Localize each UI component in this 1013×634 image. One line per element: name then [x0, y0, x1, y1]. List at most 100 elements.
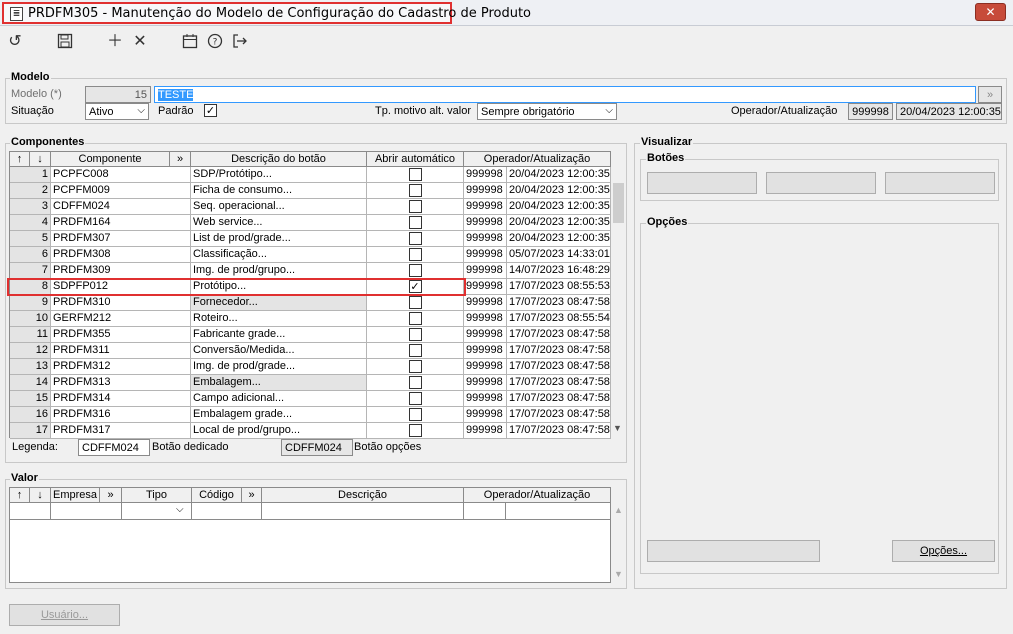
sort-down-icon[interactable]: ↓	[30, 152, 51, 167]
valor-expand2-icon[interactable]: »	[242, 488, 262, 503]
descricao-botao[interactable]: Embalagem...	[191, 375, 367, 391]
abrir-automatico-checkbox[interactable]	[408, 168, 422, 181]
header-abrir[interactable]: Abrir automático	[367, 152, 464, 167]
abrir-automatico-checkbox[interactable]	[408, 392, 422, 405]
table-row[interactable]: 16 PRDFM316 Embalagem grade... 999998 17/07/…	[10, 407, 611, 423]
abrir-automatico-checkbox-cell[interactable]	[367, 295, 464, 311]
componente-code[interactable]: PRDFM309	[51, 263, 191, 279]
atualizacao-cell[interactable]: 14/07/2023 16:48:29	[507, 263, 611, 279]
abrir-automatico-checkbox-cell[interactable]	[367, 423, 464, 439]
componente-code[interactable]: PRDFM312	[51, 359, 191, 375]
valor-expand-icon[interactable]: »	[100, 488, 122, 503]
lookup-icon[interactable]: »	[978, 86, 1002, 103]
descricao-botao[interactable]: SDP/Protótipo...	[191, 167, 367, 183]
descricao-botao[interactable]: Embalagem grade...	[191, 407, 367, 423]
header-descricao[interactable]: Descrição do botão	[191, 152, 367, 167]
atualizacao-cell[interactable]: 17/07/2023 08:47:58	[507, 391, 611, 407]
table-row[interactable]: 14 PRDFM313 Embalagem... 999998 17/07/2023 0…	[10, 375, 611, 391]
componente-code[interactable]: PCPFM009	[51, 183, 191, 199]
descricao-botao[interactable]: Img. de prod/grupo...	[191, 263, 367, 279]
descricao-botao[interactable]: Web service...	[191, 215, 367, 231]
header-tipo[interactable]: Tipo	[122, 488, 192, 503]
abrir-automatico-checkbox[interactable]	[408, 264, 422, 277]
table-row[interactable]: 7 PRDFM309 Img. de prod/grupo... 999998 14/0…	[10, 263, 611, 279]
abrir-automatico-checkbox-cell[interactable]	[367, 391, 464, 407]
operador-cell[interactable]: 999998	[464, 327, 507, 343]
componente-code[interactable]: PRDFM307	[51, 231, 191, 247]
operador-cell[interactable]: 999998	[464, 247, 507, 263]
descricao-botao[interactable]: Roteiro...	[191, 311, 367, 327]
table-row[interactable]: 11 PRDFM355 Fabricante grade... 999998 17/07…	[10, 327, 611, 343]
abrir-automatico-checkbox[interactable]	[408, 200, 422, 213]
operador-cell[interactable]: 999998	[464, 407, 507, 423]
descricao-botao[interactable]: Seq. operacional...	[191, 199, 367, 215]
atualizacao-cell[interactable]: 17/07/2023 08:47:58	[507, 295, 611, 311]
table-row[interactable]: 10 GERFM212 Roteiro... 999998 17/07/2023 08:…	[10, 311, 611, 327]
abrir-automatico-checkbox-cell[interactable]	[367, 343, 464, 359]
help-icon[interactable]: ?	[205, 31, 225, 51]
abrir-automatico-checkbox[interactable]	[408, 296, 422, 309]
abrir-automatico-checkbox-cell[interactable]	[367, 167, 464, 183]
table-row[interactable]: 9 PRDFM310 Fornecedor... 999998 17/07/2023 0…	[10, 295, 611, 311]
abrir-automatico-checkbox-cell[interactable]	[367, 375, 464, 391]
table-row[interactable]: 6 PRDFM308 Classificação... 999998 05/07/202…	[10, 247, 611, 263]
table-row[interactable]: 13 PRDFM312 Img. de prod/grade... 999998 17/…	[10, 359, 611, 375]
opcoes-button[interactable]: Opções...	[892, 540, 995, 562]
componente-code[interactable]: PRDFM308	[51, 247, 191, 263]
abrir-automatico-checkbox-cell[interactable]	[367, 199, 464, 215]
atualizacao-cell[interactable]: 05/07/2023 14:33:01	[507, 247, 611, 263]
abrir-automatico-checkbox[interactable]	[408, 248, 422, 261]
table-row[interactable]: 2 PCPFM009 Ficha de consumo... 999998 20/04/…	[10, 183, 611, 199]
componente-code[interactable]: PRDFM311	[51, 343, 191, 359]
operador-cell[interactable]: 999998	[464, 343, 507, 359]
undo-icon[interactable]: ↺	[5, 31, 25, 51]
operador-cell[interactable]: 999998	[464, 279, 507, 295]
atualizacao-cell[interactable]: 17/07/2023 08:47:58	[507, 407, 611, 423]
atualizacao-cell[interactable]: 20/04/2023 12:00:35	[507, 199, 611, 215]
componente-code[interactable]: PRDFM310	[51, 295, 191, 311]
valor-edit-row[interactable]: ⌵	[10, 503, 611, 520]
add-icon[interactable]: ＋	[105, 31, 125, 51]
table-row[interactable]: 5 PRDFM307 List de prod/grade... 999998 20/0…	[10, 231, 611, 247]
tp-motivo-select[interactable]: Sempre obrigatório ⌵	[477, 103, 617, 120]
table-row[interactable]: 4 PRDFM164 Web service... 999998 20/04/2023 …	[10, 215, 611, 231]
scrollbar-thumb[interactable]	[613, 183, 624, 223]
atualizacao-cell[interactable]: 17/07/2023 08:55:54	[507, 311, 611, 327]
operador-cell[interactable]: 999998	[464, 423, 507, 439]
header-valor-operador[interactable]: Operador/Atualização	[464, 488, 611, 503]
abrir-automatico-checkbox[interactable]	[408, 376, 422, 389]
componente-code[interactable]: PRDFM164	[51, 215, 191, 231]
descricao-botao[interactable]: Conversão/Medida...	[191, 343, 367, 359]
atualizacao-cell[interactable]: 17/07/2023 08:55:53	[507, 279, 611, 295]
operador-cell[interactable]: 999998	[464, 391, 507, 407]
abrir-automatico-checkbox[interactable]	[408, 408, 422, 421]
componente-code[interactable]: PRDFM317	[51, 423, 191, 439]
exit-icon[interactable]	[230, 31, 250, 51]
table-row[interactable]: 3 CDFFM024 Seq. operacional... 999998 20/04/…	[10, 199, 611, 215]
valor-scroll-up-icon[interactable]: ▲	[614, 505, 623, 515]
atualizacao-cell[interactable]: 20/04/2023 12:00:35	[507, 183, 611, 199]
componente-code[interactable]: PRDFM313	[51, 375, 191, 391]
operador-cell[interactable]: 999998	[464, 359, 507, 375]
header-operador[interactable]: Operador/Atualização	[464, 152, 611, 167]
descricao-botao[interactable]: Local de prod/grupo...	[191, 423, 367, 439]
descricao-botao[interactable]: Classificação...	[191, 247, 367, 263]
operador-cell[interactable]: 999998	[464, 215, 507, 231]
header-valor-descricao[interactable]: Descrição	[262, 488, 464, 503]
atualizacao-cell[interactable]: 17/07/2023 08:47:58	[507, 375, 611, 391]
abrir-automatico-checkbox[interactable]	[408, 328, 422, 341]
atualizacao-cell[interactable]: 20/04/2023 12:00:35	[507, 231, 611, 247]
abrir-automatico-checkbox-cell[interactable]	[367, 359, 464, 375]
atualizacao-cell[interactable]: 20/04/2023 12:00:35	[507, 167, 611, 183]
valor-scroll-down-icon[interactable]: ▼	[614, 569, 623, 579]
atualizacao-cell[interactable]: 17/07/2023 08:47:58	[507, 343, 611, 359]
operador-cell[interactable]: 999998	[464, 375, 507, 391]
tipo-chevron-down-icon[interactable]: ⌵	[176, 504, 184, 515]
table-row[interactable]: 1 PCPFC008 SDP/Protótipo... 999998 20/04/202…	[10, 167, 611, 183]
componente-code[interactable]: GERFM212	[51, 311, 191, 327]
descricao-botao[interactable]: Fabricante grade...	[191, 327, 367, 343]
atualizacao-cell[interactable]: 20/04/2023 12:00:35	[507, 215, 611, 231]
abrir-automatico-checkbox[interactable]	[408, 312, 422, 325]
modelo-name-field[interactable]: TESTE	[154, 86, 976, 103]
header-empresa[interactable]: Empresa	[51, 488, 100, 503]
